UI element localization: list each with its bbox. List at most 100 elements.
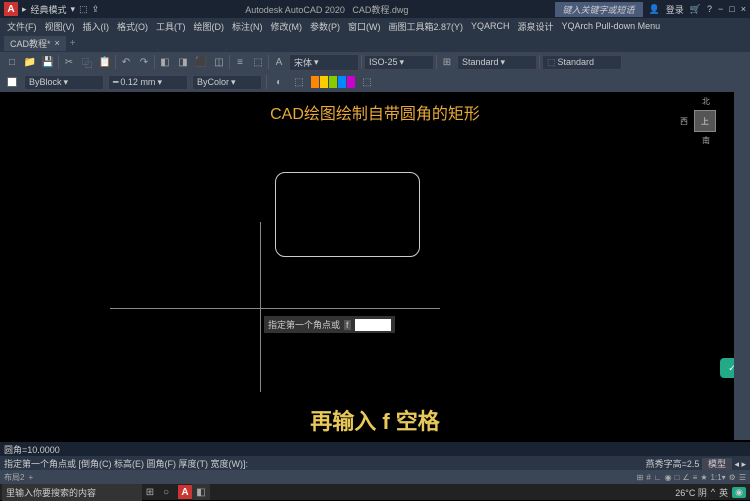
cmd-text: 圆角=10.0000 <box>4 445 60 455</box>
menu-draw[interactable]: 绘图(D) <box>191 20 228 33</box>
color-palette[interactable] <box>311 76 355 88</box>
ortho-icon[interactable]: ∟ <box>654 473 662 482</box>
add-layout-icon[interactable]: + <box>28 473 33 482</box>
menu-format[interactable]: 格式(O) <box>114 20 151 33</box>
task-view-icon[interactable]: ⊞ <box>142 484 158 500</box>
cortana-icon[interactable]: ○ <box>158 484 174 500</box>
menu-tools[interactable]: 工具(T) <box>153 20 189 33</box>
polar-icon[interactable]: ◉ <box>665 473 672 482</box>
anno-icon[interactable]: ★ <box>700 473 707 482</box>
tool-icon[interactable]: ⬚ <box>291 74 307 90</box>
new-icon[interactable]: □ <box>4 54 20 70</box>
command-line[interactable]: 指定第一个角点或 [倒角(C) 标高(E) 圆角(F) 厚度(T) 宽度(W)]… <box>0 456 750 470</box>
color-icon[interactable] <box>4 74 20 90</box>
tool-icon[interactable]: ◫ <box>211 54 227 70</box>
ime-indicator[interactable]: 英 <box>719 486 728 499</box>
arrow-icon[interactable]: ▸ <box>22 4 27 15</box>
redo-icon[interactable]: ↷ <box>136 54 152 70</box>
vertical-toolbar[interactable] <box>734 92 750 440</box>
menu-yqpull[interactable]: YQArch Pull-down Menu <box>559 21 664 31</box>
tool-icon[interactable]: ⬛ <box>193 54 209 70</box>
share-icon[interactable]: ⇪ <box>92 4 100 15</box>
crosshair-vertical <box>260 222 261 392</box>
menu-modify[interactable]: 修改(M) <box>268 20 306 33</box>
cart-icon[interactable]: 🛒 <box>690 4 701 15</box>
otrack-icon[interactable]: ∠ <box>683 473 690 482</box>
std2-dropdown[interactable]: ⬚Standard <box>542 55 622 70</box>
osnap-icon[interactable]: □ <box>675 473 680 482</box>
app-name: Autodesk AutoCAD 2020 <box>245 5 345 15</box>
dimstyle-dropdown[interactable]: ISO-25▾ <box>364 55 434 70</box>
app-icon: A <box>4 2 18 16</box>
maximize-icon[interactable]: □ <box>729 4 734 14</box>
menu-yqarch[interactable]: YQARCH <box>468 21 513 31</box>
tray-icon[interactable]: ◉ <box>732 487 746 498</box>
navcube-south[interactable]: 南 <box>702 135 710 146</box>
minimize-icon[interactable]: − <box>718 4 723 14</box>
windows-search[interactable]: 里输入你要搜索的内容 <box>2 484 142 501</box>
weather-widget[interactable]: 26°C 阴 <box>675 486 707 499</box>
cut-icon[interactable]: ✂ <box>61 54 77 70</box>
menu-window[interactable]: 窗口(W) <box>345 20 384 33</box>
grid-icon[interactable]: # <box>646 473 650 482</box>
layout-tab[interactable]: 布局2 <box>4 472 24 483</box>
menu-toolbox[interactable]: 画图工具箱2.87(Y) <box>386 20 467 33</box>
tray-up-icon[interactable]: ^ <box>711 487 715 497</box>
login-link[interactable]: 登录 <box>666 3 684 16</box>
drawing-canvas[interactable]: CAD绘图绘制自带圆角的矩形 指定第一个角点或 f 北 西 上 南 ✓ 再输入 … <box>0 92 750 440</box>
tab-close-icon[interactable]: × <box>55 38 60 48</box>
menu-param[interactable]: 参数(P) <box>307 20 343 33</box>
rounded-rectangle <box>275 172 420 257</box>
navcube-north[interactable]: 北 <box>702 96 710 107</box>
zoom-label: 燕秀字高=2.5 <box>646 459 700 469</box>
save-icon[interactable]: 💾 <box>40 54 56 70</box>
font-dropdown[interactable]: 宋体▾ <box>289 54 359 71</box>
dynamic-input[interactable] <box>355 319 391 331</box>
qat-icon[interactable]: ⬚ <box>79 4 88 15</box>
cmd-prompt: 指定第一个角点或 [倒角(C) 标高(E) 圆角(F) 厚度(T) 宽度(W)]… <box>4 457 248 470</box>
lweight-icon[interactable]: ≡ <box>693 473 698 482</box>
menu-file[interactable]: 文件(F) <box>4 20 40 33</box>
layer-icon[interactable]: ≡ <box>232 54 248 70</box>
linetype-dropdown[interactable]: ByColor▾ <box>192 75 262 90</box>
command-history: 圆角=10.0000 <box>0 442 750 456</box>
expand-icon[interactable]: ☰ <box>739 473 746 482</box>
search-box[interactable]: 键入关键字或短语 <box>555 2 643 17</box>
view-cube[interactable]: 北 西 上 南 <box>680 96 730 146</box>
close-icon[interactable]: × <box>741 4 746 14</box>
copy-icon[interactable]: ⿻ <box>79 54 95 70</box>
app-task-icon[interactable]: ◧ <box>192 484 210 500</box>
tool-icon[interactable]: ⬚ <box>359 74 375 90</box>
help-icon[interactable]: ? <box>707 4 712 14</box>
toolbar-props: ByBlock▾ ━ 0.12 mm▾ ByColor▾ ◐ ⬚ ⬚ <box>0 72 750 92</box>
user-icon[interactable]: 👤 <box>649 4 660 15</box>
menu-view[interactable]: 视图(V) <box>42 20 78 33</box>
mode-label[interactable]: 经典模式 <box>31 3 67 16</box>
navcube-face[interactable]: 上 <box>694 110 716 132</box>
gear-icon[interactable]: ⚙ <box>729 473 736 482</box>
tool-icon[interactable]: ◧ <box>157 54 173 70</box>
menu-yuanquan[interactable]: 源泉设计 <box>515 20 557 33</box>
paste-icon[interactable]: 📋 <box>97 54 113 70</box>
new-tab-icon[interactable]: + <box>70 38 76 49</box>
undo-icon[interactable]: ↶ <box>118 54 134 70</box>
dropdown-icon[interactable]: ▾ <box>71 4 76 15</box>
drawing-tab[interactable]: CAD教程* × <box>4 36 66 51</box>
autocad-task-icon[interactable]: A <box>178 485 192 499</box>
windows-taskbar: 里输入你要搜索的内容 ⊞ ○ A ◧ 26°C 阴 ^ 英 ◉ <box>0 484 750 500</box>
model-tab[interactable]: 模型 <box>702 458 732 470</box>
tool-icon[interactable]: ◐ <box>271 74 287 90</box>
menu-insert[interactable]: 插入(I) <box>80 20 113 33</box>
tool-icon[interactable]: ⬚ <box>250 54 266 70</box>
navcube-west[interactable]: 西 <box>680 116 688 127</box>
text-icon[interactable]: A <box>271 54 287 70</box>
table-icon[interactable]: ⊞ <box>439 54 455 70</box>
menu-dim[interactable]: 标注(N) <box>229 20 266 33</box>
snap-icon[interactable]: ⊞ <box>637 473 644 482</box>
video-subtitle: 再输入 f 空格 <box>310 404 440 436</box>
tool-icon[interactable]: ◨ <box>175 54 191 70</box>
layer-dropdown[interactable]: ByBlock▾ <box>24 75 104 90</box>
lineweight-dropdown[interactable]: ━ 0.12 mm▾ <box>108 75 188 90</box>
open-icon[interactable]: 📁 <box>22 54 38 70</box>
std-dropdown[interactable]: Standard▾ <box>457 55 537 70</box>
